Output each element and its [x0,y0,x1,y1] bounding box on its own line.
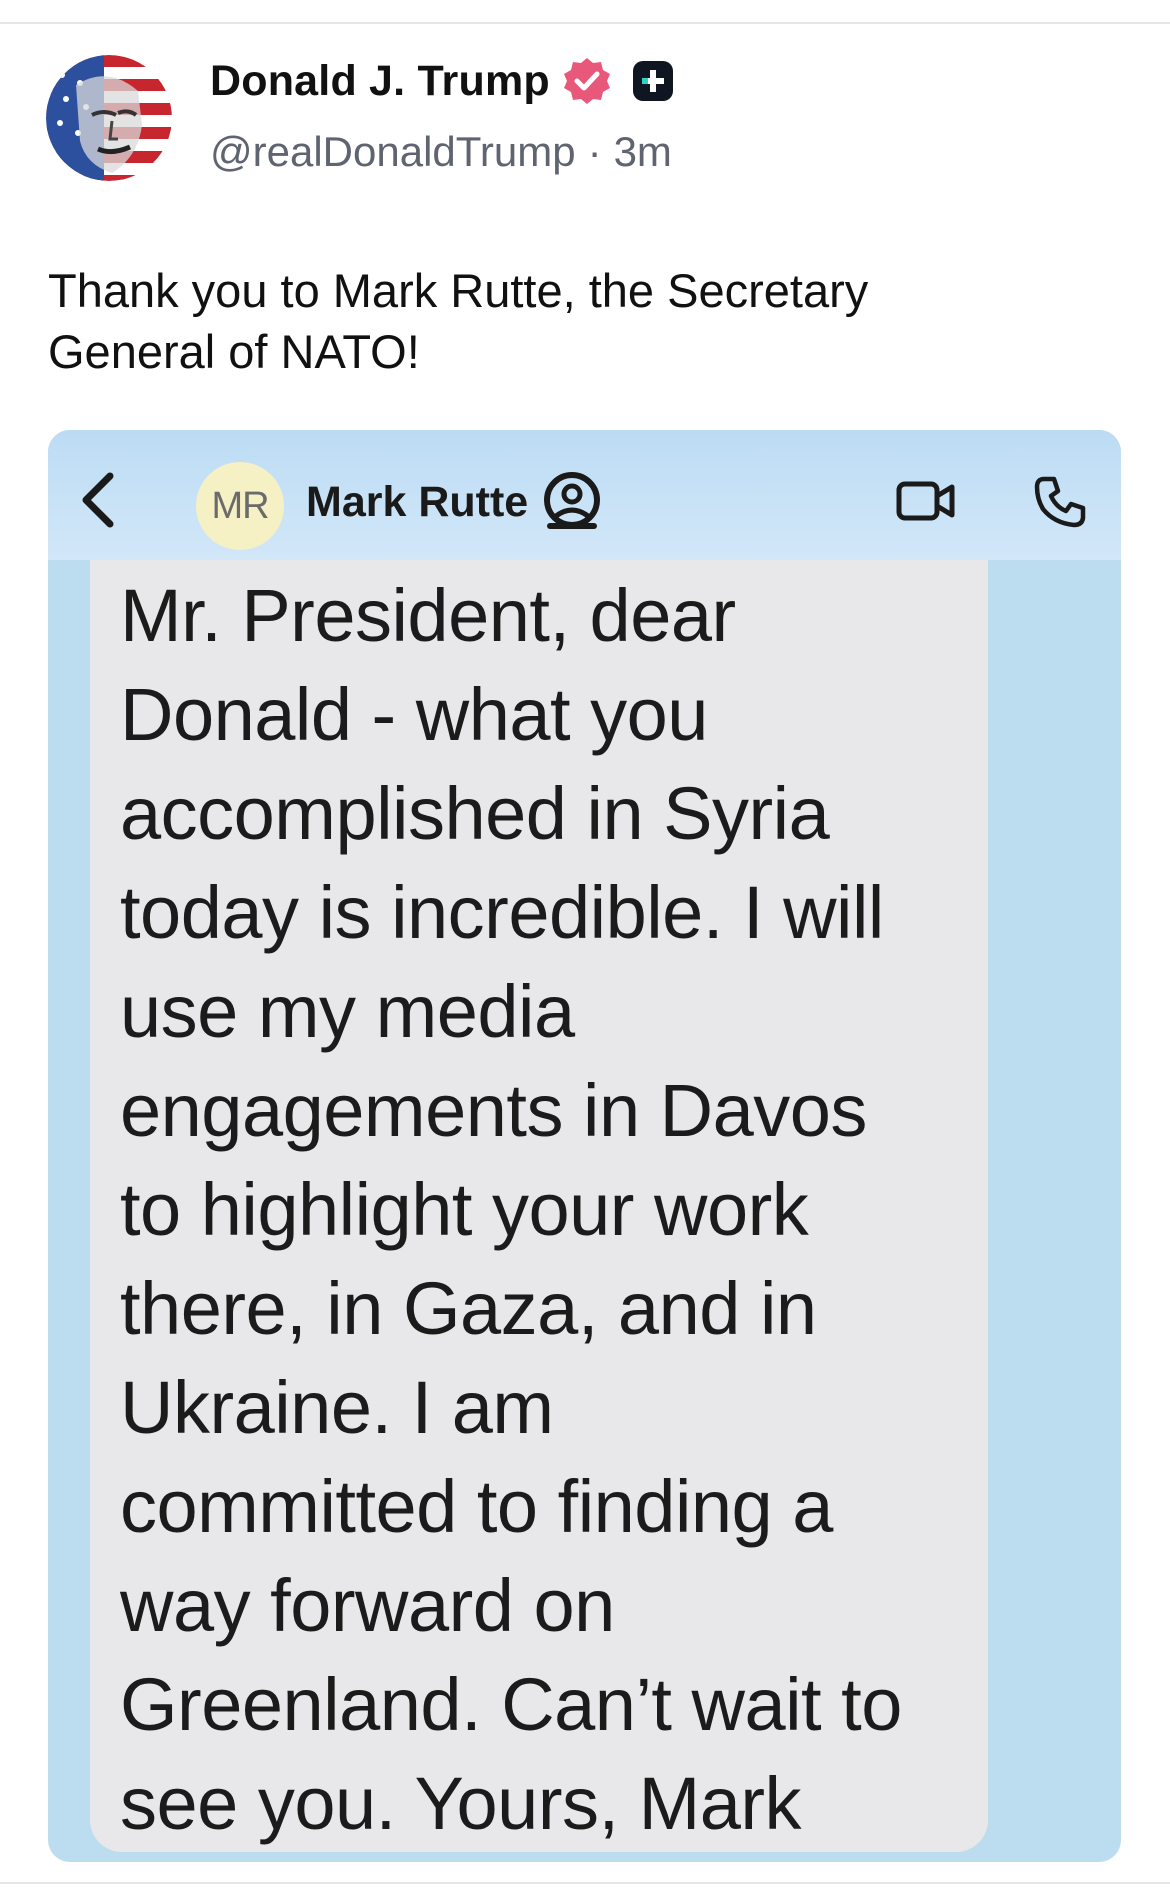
contact-avatar: MR [196,462,284,550]
verified-badge-icon [562,56,612,106]
author-name[interactable]: Donald J. Trump [210,57,550,106]
message-text: Mr. President, dear Donald - what you ac… [120,574,902,1845]
top-divider [0,22,1170,24]
phone-icon [1034,476,1086,528]
contact-initials: MR [211,484,269,527]
post-text: Thank you to Mark Rutte, the Secretary G… [48,264,869,378]
chat-header: MR Mark Rutte [48,430,1121,560]
post-time[interactable]: 3m [614,128,672,176]
author-avatar[interactable] [46,55,172,181]
bottom-divider [0,1882,1170,1884]
contact-name: Mark Rutte [306,478,529,526]
flag-portrait-image [46,55,172,181]
contact-icon [544,472,600,529]
plus-badge-icon [630,58,676,104]
message-bubble: Mr. President, dear Donald - what you ac… [90,560,988,1852]
embedded-screenshot[interactable]: MR Mark Rutte Mr. President, dear Donald… [48,430,1121,1862]
chevron-left-icon [82,472,114,528]
author-name-row: Donald J. Trump [210,56,676,106]
author-handle[interactable]: @realDonaldTrump [210,128,576,176]
video-camera-icon [896,481,955,521]
handle-row: @realDonaldTrump · 3m [210,128,672,176]
handle-separator: · [587,128,602,175]
